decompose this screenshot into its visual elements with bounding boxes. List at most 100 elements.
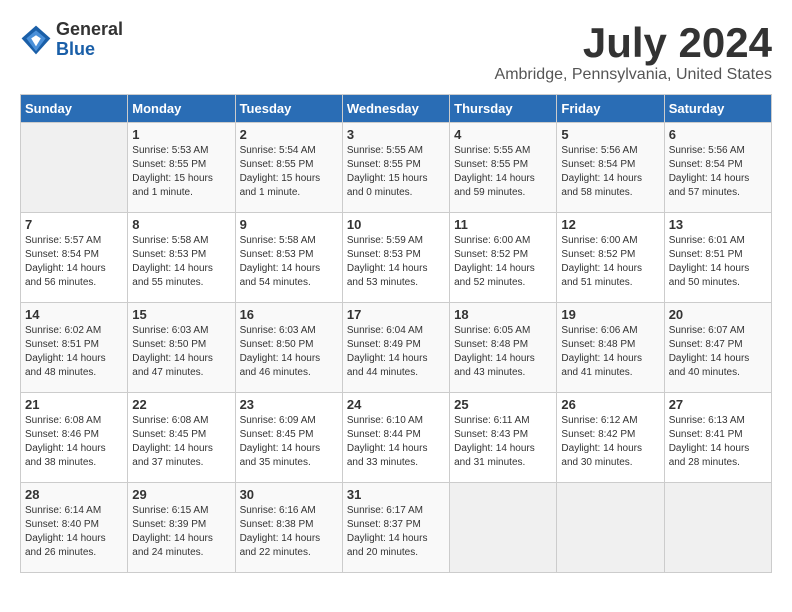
- calendar-cell: 20Sunrise: 6:07 AM Sunset: 8:47 PM Dayli…: [664, 303, 771, 393]
- calendar-cell: 27 Sunrise: 6:13 AM Sunset: 8:41 PM Dayli…: [664, 393, 771, 483]
- calendar-cell: 24Sunrise: 6:10 AM Sunset: 8:44 PM Dayli…: [342, 393, 449, 483]
- day-number: 7: [25, 217, 123, 232]
- day-number: 26: [561, 397, 659, 412]
- header-saturday: Saturday: [664, 95, 771, 123]
- header-wednesday: Wednesday: [342, 95, 449, 123]
- day-info: Sunrise: 6:01 AM Sunset: 8:51 PM Dayligh…: [669, 234, 767, 290]
- day-number: 27: [669, 397, 767, 412]
- day-info: Sunrise: 5:58 AM Sunset: 8:53 PM Dayligh…: [132, 234, 230, 290]
- day-number: 21: [25, 397, 123, 412]
- calendar-cell: 25 Sunrise: 6:11 AM Sunset: 8:43 PM Dayli…: [450, 393, 557, 483]
- day-number: 5: [561, 127, 659, 142]
- calendar-cell: 21 Sunrise: 6:08 AM Sunset: 8:46 PM Dayli…: [21, 393, 128, 483]
- page-header: General Blue July 2024 Ambridge, Pennsyl…: [20, 20, 772, 84]
- day-info: Sunrise: 5:57 AM Sunset: 8:54 PM Dayligh…: [25, 234, 123, 290]
- day-info: Sunrise: 6:09 AM Sunset: 8:45 PM Dayligh…: [240, 414, 338, 470]
- day-info: Sunrise: 6:17 AM Sunset: 8:37 PM Dayligh…: [347, 504, 445, 560]
- calendar-cell: 1Sunrise: 5:53 AM Sunset: 8:55 PM Daylig…: [128, 123, 235, 213]
- main-title: July 2024: [495, 20, 772, 66]
- day-number: 25: [454, 397, 552, 412]
- header-thursday: Thursday: [450, 95, 557, 123]
- calendar-week-row: 7 Sunrise: 5:57 AM Sunset: 8:54 PM Daylig…: [21, 213, 772, 303]
- calendar-cell: 6 Sunrise: 5:56 AM Sunset: 8:54 PM Daylig…: [664, 123, 771, 213]
- calendar-cell: 16Sunrise: 6:03 AM Sunset: 8:50 PM Dayli…: [235, 303, 342, 393]
- day-number: 18: [454, 307, 552, 322]
- day-info: Sunrise: 6:12 AM Sunset: 8:42 PM Dayligh…: [561, 414, 659, 470]
- day-number: 19: [561, 307, 659, 322]
- day-info: Sunrise: 6:00 AM Sunset: 8:52 PM Dayligh…: [561, 234, 659, 290]
- logo-text: General Blue: [56, 20, 123, 60]
- calendar-cell: 7 Sunrise: 5:57 AM Sunset: 8:54 PM Daylig…: [21, 213, 128, 303]
- calendar-cell: 4 Sunrise: 5:55 AM Sunset: 8:55 PM Daylig…: [450, 123, 557, 213]
- day-info: Sunrise: 6:08 AM Sunset: 8:45 PM Dayligh…: [132, 414, 230, 470]
- day-number: 23: [240, 397, 338, 412]
- logo-blue: Blue: [56, 40, 123, 60]
- day-info: Sunrise: 6:08 AM Sunset: 8:46 PM Dayligh…: [25, 414, 123, 470]
- day-info: Sunrise: 6:02 AM Sunset: 8:51 PM Dayligh…: [25, 324, 123, 380]
- title-block: July 2024 Ambridge, Pennsylvania, United…: [495, 20, 772, 84]
- day-number: 22: [132, 397, 230, 412]
- calendar-week-row: 21 Sunrise: 6:08 AM Sunset: 8:46 PM Dayli…: [21, 393, 772, 483]
- subtitle: Ambridge, Pennsylvania, United States: [495, 66, 772, 84]
- day-info: Sunrise: 6:03 AM Sunset: 8:50 PM Dayligh…: [240, 324, 338, 380]
- calendar-cell: 28 Sunrise: 6:14 AM Sunset: 8:40 PM Dayli…: [21, 483, 128, 573]
- day-number: 17: [347, 307, 445, 322]
- calendar-cell: 23 Sunrise: 6:09 AM Sunset: 8:45 PM Dayli…: [235, 393, 342, 483]
- day-info: Sunrise: 5:54 AM Sunset: 8:55 PM Dayligh…: [240, 144, 338, 200]
- calendar-cell: 9 Sunrise: 5:58 AM Sunset: 8:53 PM Daylig…: [235, 213, 342, 303]
- day-number: 10: [347, 217, 445, 232]
- calendar-body: 1Sunrise: 5:53 AM Sunset: 8:55 PM Daylig…: [21, 123, 772, 573]
- calendar-cell: 18 Sunrise: 6:05 AM Sunset: 8:48 PM Dayli…: [450, 303, 557, 393]
- day-info: Sunrise: 6:06 AM Sunset: 8:48 PM Dayligh…: [561, 324, 659, 380]
- calendar-cell: 5 Sunrise: 5:56 AM Sunset: 8:54 PM Daylig…: [557, 123, 664, 213]
- day-number: 24: [347, 397, 445, 412]
- day-info: Sunrise: 5:56 AM Sunset: 8:54 PM Dayligh…: [561, 144, 659, 200]
- day-number: 6: [669, 127, 767, 142]
- calendar-cell: 10 Sunrise: 5:59 AM Sunset: 8:53 PM Dayli…: [342, 213, 449, 303]
- day-info: Sunrise: 6:13 AM Sunset: 8:41 PM Dayligh…: [669, 414, 767, 470]
- calendar-cell: 31 Sunrise: 6:17 AM Sunset: 8:37 PM Dayli…: [342, 483, 449, 573]
- day-info: Sunrise: 5:58 AM Sunset: 8:53 PM Dayligh…: [240, 234, 338, 290]
- logo-general: General: [56, 20, 123, 40]
- day-info: Sunrise: 5:56 AM Sunset: 8:54 PM Dayligh…: [669, 144, 767, 200]
- calendar-cell: [21, 123, 128, 213]
- day-info: Sunrise: 5:55 AM Sunset: 8:55 PM Dayligh…: [347, 144, 445, 200]
- day-info: Sunrise: 5:55 AM Sunset: 8:55 PM Dayligh…: [454, 144, 552, 200]
- day-number: 29: [132, 487, 230, 502]
- logo-icon: [20, 24, 52, 56]
- day-number: 8: [132, 217, 230, 232]
- calendar-week-row: 14Sunrise: 6:02 AM Sunset: 8:51 PM Dayli…: [21, 303, 772, 393]
- calendar-cell: [664, 483, 771, 573]
- calendar-cell: 13Sunrise: 6:01 AM Sunset: 8:51 PM Dayli…: [664, 213, 771, 303]
- day-info: Sunrise: 6:00 AM Sunset: 8:52 PM Dayligh…: [454, 234, 552, 290]
- header-tuesday: Tuesday: [235, 95, 342, 123]
- day-info: Sunrise: 5:59 AM Sunset: 8:53 PM Dayligh…: [347, 234, 445, 290]
- day-number: 28: [25, 487, 123, 502]
- calendar-cell: 12Sunrise: 6:00 AM Sunset: 8:52 PM Dayli…: [557, 213, 664, 303]
- day-info: Sunrise: 6:04 AM Sunset: 8:49 PM Dayligh…: [347, 324, 445, 380]
- day-info: Sunrise: 6:15 AM Sunset: 8:39 PM Dayligh…: [132, 504, 230, 560]
- day-number: 4: [454, 127, 552, 142]
- day-number: 11: [454, 217, 552, 232]
- day-number: 1: [132, 127, 230, 142]
- calendar-cell: 3 Sunrise: 5:55 AM Sunset: 8:55 PM Daylig…: [342, 123, 449, 213]
- calendar-cell: 11 Sunrise: 6:00 AM Sunset: 8:52 PM Dayli…: [450, 213, 557, 303]
- day-number: 3: [347, 127, 445, 142]
- calendar-cell: 29 Sunrise: 6:15 AM Sunset: 8:39 PM Dayli…: [128, 483, 235, 573]
- calendar-cell: [557, 483, 664, 573]
- calendar-cell: 15Sunrise: 6:03 AM Sunset: 8:50 PM Dayli…: [128, 303, 235, 393]
- calendar-cell: 2Sunrise: 5:54 AM Sunset: 8:55 PM Daylig…: [235, 123, 342, 213]
- day-number: 9: [240, 217, 338, 232]
- calendar-header-row: SundayMondayTuesdayWednesdayThursdayFrid…: [21, 95, 772, 123]
- calendar-week-row: 1Sunrise: 5:53 AM Sunset: 8:55 PM Daylig…: [21, 123, 772, 213]
- day-info: Sunrise: 6:07 AM Sunset: 8:47 PM Dayligh…: [669, 324, 767, 380]
- day-info: Sunrise: 6:14 AM Sunset: 8:40 PM Dayligh…: [25, 504, 123, 560]
- day-number: 31: [347, 487, 445, 502]
- day-info: Sunrise: 6:11 AM Sunset: 8:43 PM Dayligh…: [454, 414, 552, 470]
- calendar-week-row: 28 Sunrise: 6:14 AM Sunset: 8:40 PM Dayli…: [21, 483, 772, 573]
- calendar-cell: 19 Sunrise: 6:06 AM Sunset: 8:48 PM Dayli…: [557, 303, 664, 393]
- day-info: Sunrise: 6:05 AM Sunset: 8:48 PM Dayligh…: [454, 324, 552, 380]
- calendar-table: SundayMondayTuesdayWednesdayThursdayFrid…: [20, 94, 772, 573]
- day-info: Sunrise: 6:16 AM Sunset: 8:38 PM Dayligh…: [240, 504, 338, 560]
- calendar-cell: 22 Sunrise: 6:08 AM Sunset: 8:45 PM Dayli…: [128, 393, 235, 483]
